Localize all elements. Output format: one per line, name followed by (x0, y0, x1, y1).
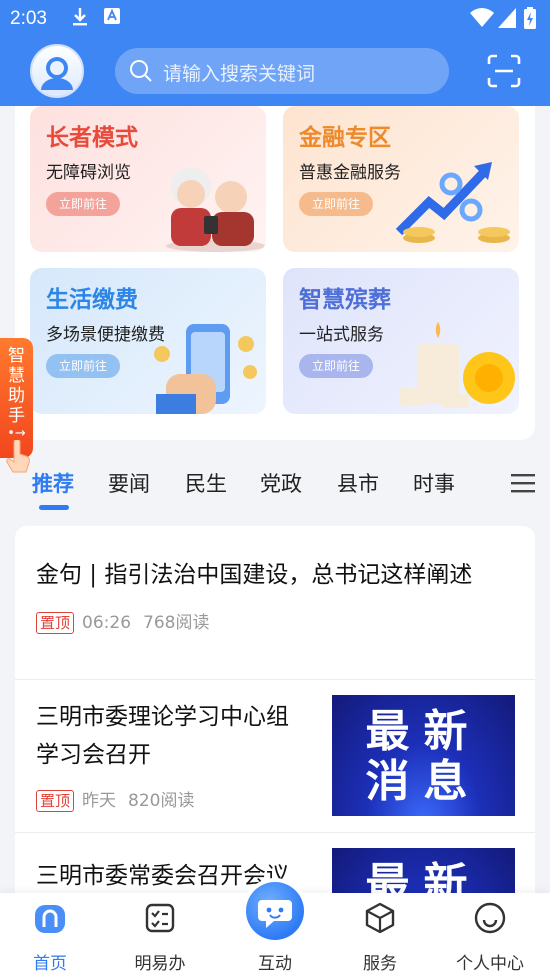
active-tab-indicator (39, 505, 69, 510)
signal-icon (498, 8, 516, 33)
scan-button[interactable] (486, 53, 522, 89)
fab-circle (246, 882, 304, 940)
menu-icon[interactable] (511, 472, 535, 494)
news-meta: 置顶 06:26 768阅读 (36, 608, 221, 634)
news-title-line: 学习会召开 (36, 742, 151, 768)
news-thumbnail: 最新 (332, 848, 515, 896)
thumbnail-text: 最新 (365, 706, 482, 757)
news-reads: 820阅读 (128, 791, 195, 811)
nav-profile[interactable]: 个人中心 (445, 893, 535, 979)
news-title: 金句 | 指引法治中国建设，总书记这样阐述 (36, 562, 473, 588)
interaction-fab[interactable] (242, 878, 308, 944)
search-icon (129, 59, 153, 88)
nav-label: 互动 (258, 954, 292, 974)
tab-livelihood[interactable]: 民生 (185, 468, 227, 498)
service-title: 生活缴费 (46, 287, 138, 313)
nav-label: 服务 (363, 954, 397, 974)
news-reads: 768阅读 (143, 613, 210, 633)
chat-icon (258, 900, 292, 928)
service-card-elder-mode[interactable]: 长者模式 无障碍浏览 立即前往 (30, 106, 266, 252)
news-thumbnail: 最新 消息 (332, 695, 515, 816)
nav-label: 首页 (33, 954, 67, 974)
helper-char: 慧 (8, 366, 25, 386)
news-title: 三明市委理论学习中心组 学习会召开 (36, 698, 289, 774)
nav-label: 明易办 (134, 954, 186, 974)
nav-services[interactable]: 服务 (335, 893, 425, 979)
thumbnail-text: 消息 (365, 756, 482, 807)
service-card-bill-payment[interactable]: 生活缴费 多场景便捷缴费 立即前往 (30, 268, 266, 414)
service-go-button[interactable]: 立即前往 (46, 354, 120, 378)
service-panel: 长者模式 无障碍浏览 立即前往 金融专区 普惠金融服务 立即前往 生活缴费 多场… (15, 106, 535, 440)
news-item[interactable]: 三明市委理论学习中心组 学习会召开 置顶 昨天 820阅读 最新 消息 (15, 680, 535, 832)
helper-char: 智 (8, 346, 25, 366)
tab-party-politics[interactable]: 党政 (260, 468, 302, 498)
search-bar[interactable]: 请输入搜索关键词 (115, 48, 449, 94)
service-title: 智慧殡葬 (299, 287, 391, 313)
battery-icon (524, 7, 536, 34)
finance-growth-illustration (395, 162, 510, 243)
helper-char: 手 (8, 406, 25, 426)
pinned-badge: 置顶 (36, 612, 75, 634)
scan-icon (487, 54, 521, 88)
service-card-finance[interactable]: 金融专区 普惠金融服务 立即前往 (283, 106, 519, 252)
checklist-icon (145, 903, 175, 933)
status-time: 2:03 (10, 8, 47, 29)
user-avatar[interactable] (30, 44, 84, 98)
news-time: 昨天 (82, 791, 117, 811)
tab-recommend[interactable]: 推荐 (32, 468, 74, 498)
nav-label: 个人中心 (456, 954, 524, 974)
nav-mingyiban[interactable]: 明易办 (115, 893, 205, 979)
service-go-button[interactable]: 立即前往 (46, 192, 120, 216)
news-list: 金句 | 指引法治中国建设，总书记这样阐述 置顶 06:26 768阅读 三明市委理… (15, 526, 535, 896)
nav-home[interactable]: 首页 (5, 893, 95, 979)
cube-icon (365, 902, 395, 934)
service-title: 金融专区 (299, 125, 391, 151)
thumbnail-text: 最新 (365, 859, 482, 897)
tab-counties[interactable]: 县市 (337, 468, 379, 498)
service-subtitle: 无障碍浏览 (46, 163, 131, 183)
phone-payment-illustration (154, 324, 257, 414)
search-placeholder: 请输入搜索关键词 (163, 63, 316, 85)
service-card-funeral[interactable]: 智慧殡葬 一站式服务 立即前往 (283, 268, 519, 414)
service-title: 长者模式 (46, 125, 138, 151)
status-bar: 2:03 (0, 0, 550, 38)
download-icon (70, 6, 90, 33)
tab-headlines[interactable]: 要闻 (108, 468, 150, 498)
service-subtitle: 普惠金融服务 (299, 163, 401, 183)
tab-current-affairs[interactable]: 时事 (413, 468, 455, 498)
service-go-button[interactable]: 立即前往 (299, 192, 373, 216)
pinned-badge: 置顶 (36, 790, 75, 812)
candles-chrysanthemum-illustration (399, 322, 515, 408)
avatar-figure-icon (41, 57, 73, 90)
news-time: 06:26 (82, 613, 132, 633)
channel-tabs: 推荐 要闻 民生 党政 县市 时事 (0, 462, 550, 514)
news-meta: 置顶 昨天 820阅读 (36, 786, 206, 812)
tabs-fade (478, 466, 508, 506)
news-title-line: 三明市委理论学习中心组 (36, 704, 289, 730)
service-go-button[interactable]: 立即前往 (299, 354, 373, 378)
elderly-couple-illustration (166, 167, 266, 252)
wifi-icon (470, 8, 494, 33)
app-notification-icon (103, 6, 121, 31)
service-subtitle: 一站式服务 (299, 325, 384, 345)
news-item[interactable]: 金句 | 指引法治中国建设，总书记这样阐述 置顶 06:26 768阅读 (15, 526, 535, 679)
helper-char: 助 (8, 386, 25, 406)
home-icon (35, 905, 65, 933)
smile-icon (474, 902, 506, 934)
